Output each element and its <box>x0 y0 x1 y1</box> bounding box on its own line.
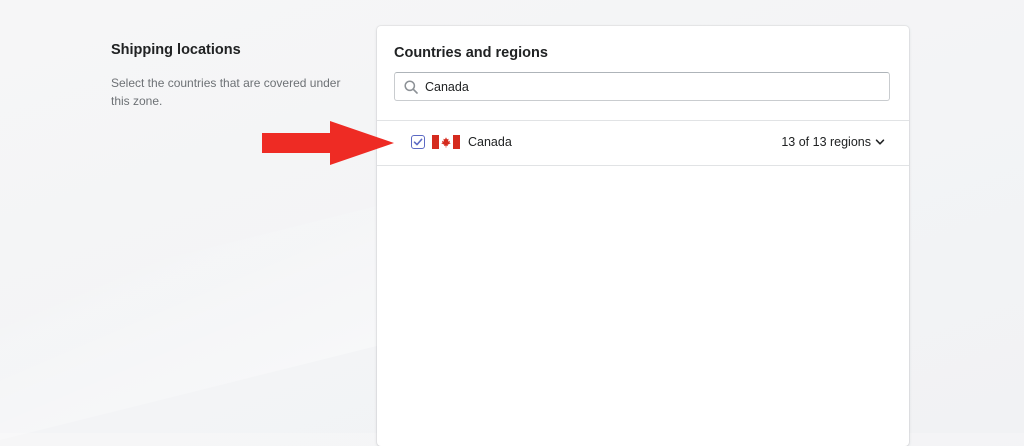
shipping-locations-aside: Shipping locations Select the countries … <box>111 40 341 110</box>
countries-card: Countries and regions Canada 13 of 13 re… <box>377 26 909 446</box>
regions-toggle[interactable]: 13 of 13 regions <box>781 133 885 151</box>
background-sheen <box>0 205 380 440</box>
search-field[interactable] <box>394 72 890 101</box>
section-title: Shipping locations <box>111 42 241 58</box>
divider <box>377 165 909 166</box>
country-checkbox[interactable] <box>411 135 425 149</box>
arrow-right-icon <box>262 121 394 165</box>
search-icon <box>404 80 418 94</box>
country-name: Canada <box>468 135 512 149</box>
search-input[interactable] <box>425 73 875 100</box>
regions-count-label: 13 of 13 regions <box>781 135 871 149</box>
checkmark-icon <box>413 138 423 146</box>
section-description: Select the countries that are covered un… <box>111 76 341 108</box>
chevron-down-icon <box>875 139 885 145</box>
card-title: Countries and regions <box>394 45 548 61</box>
canada-flag-icon <box>432 135 460 149</box>
country-row-canada[interactable]: Canada 13 of 13 regions <box>377 121 909 165</box>
